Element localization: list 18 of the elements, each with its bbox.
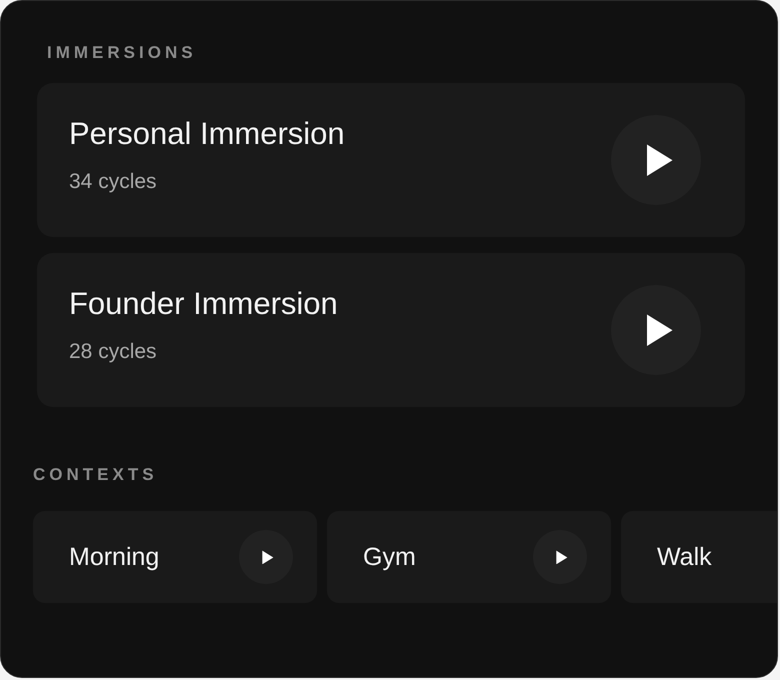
context-label: Walk xyxy=(657,542,712,572)
cycle-count: 34 cycles xyxy=(69,170,158,194)
play-icon xyxy=(644,312,674,348)
play-icon xyxy=(555,550,568,564)
context-label: Gym xyxy=(363,542,416,572)
context-card[interactable]: Morning xyxy=(33,511,317,603)
play-icon xyxy=(644,142,674,178)
context-card[interactable]: Gym xyxy=(327,511,611,603)
cycle-count: 28 cycles xyxy=(69,340,158,364)
section-heading: CONTEXTS xyxy=(32,465,159,485)
immersion-title: Founder Immersion xyxy=(69,286,338,322)
immersion-card[interactable]: Personal Immersion 34 cycles xyxy=(37,83,745,237)
play-icon xyxy=(261,550,274,564)
context-label: Morning xyxy=(69,542,160,572)
section-heading: IMMERSIONS xyxy=(46,43,198,63)
context-card[interactable]: Walk xyxy=(621,511,777,603)
immersion-card[interactable]: Founder Immersion 28 cycles xyxy=(37,253,745,407)
immersion-title: Personal Immersion xyxy=(69,116,345,152)
